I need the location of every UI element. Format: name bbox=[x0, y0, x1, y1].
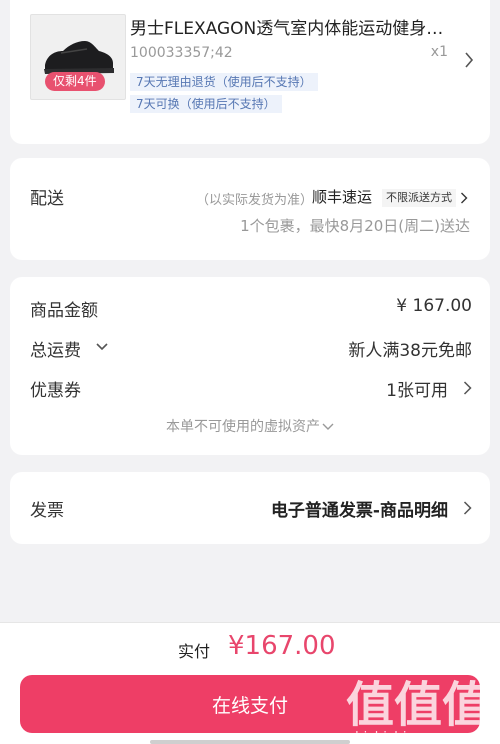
delivery-method-badge[interactable]: 不限派送方式 bbox=[382, 189, 456, 207]
invoice-value[interactable]: 电子普通发票-商品明细 bbox=[271, 496, 448, 521]
shipping-row[interactable]: 总运费 新人满38元免邮 bbox=[30, 336, 472, 361]
delivery-card[interactable]: 配送 （以实际发货为准） 顺丰速运 不限派送方式 1个包裹，最快8月20日(周二… bbox=[10, 158, 490, 260]
invoice-card[interactable]: 发票 电子普通发票-商品明细 bbox=[10, 472, 490, 544]
shipping-label: 总运费 bbox=[30, 341, 81, 361]
pay-label: 实付 bbox=[178, 642, 211, 661]
chevron-right-icon[interactable] bbox=[463, 381, 472, 395]
product-card[interactable]: 仅剩4件 男士FLEXAGON透气室内体能运动健身训练鞋 100033357;4… bbox=[10, 0, 490, 144]
chevron-right-icon[interactable] bbox=[460, 192, 468, 204]
virtual-assets-toggle[interactable]: 本单不可使用的虚拟资产 bbox=[10, 416, 490, 436]
product-title[interactable]: 男士FLEXAGON透气室内体能运动健身训练鞋 bbox=[130, 14, 460, 39]
checkout-footer: 实付 ¥167.00 在线支付 值 值 值 zhizhizhi.com bbox=[0, 622, 500, 744]
chevron-right-icon[interactable] bbox=[464, 52, 474, 68]
pay-total: ¥167.00 bbox=[228, 631, 336, 661]
invoice-label: 发票 bbox=[30, 501, 64, 521]
delivery-carrier[interactable]: 顺丰速运 bbox=[312, 186, 372, 207]
coupon-label: 优惠券 bbox=[30, 381, 81, 401]
chevron-down-icon[interactable] bbox=[96, 343, 108, 351]
coupon-value[interactable]: 1张可用 bbox=[386, 376, 448, 401]
watermark-glyph: 值 bbox=[442, 677, 491, 733]
coupon-row[interactable]: 优惠券 1张可用 bbox=[30, 376, 472, 401]
goods-amount-value: ¥ 167.00 bbox=[396, 296, 472, 316]
service-tag-exchange: 7天可换（使用后不支持） bbox=[130, 95, 282, 113]
watermark-logo: 值 值 值 zhizhizhi.com bbox=[346, 680, 496, 744]
shipping-value: 新人满38元免邮 bbox=[348, 341, 472, 361]
stock-tag: 仅剩4件 bbox=[45, 72, 105, 91]
goods-amount-row: 商品金额 ¥ 167.00 bbox=[30, 296, 472, 321]
service-tag-return: 7天无理由退货（使用后不支持） bbox=[130, 73, 318, 91]
watermark-glyph: 值 bbox=[346, 677, 395, 733]
product-sku: 100033357;42 bbox=[130, 45, 233, 61]
goods-amount-label: 商品金额 bbox=[30, 301, 98, 321]
product-image[interactable]: 仅剩4件 bbox=[30, 14, 126, 100]
product-quantity: x1 bbox=[430, 44, 448, 60]
home-indicator bbox=[150, 740, 350, 744]
watermark-text: zhizhizhi.com bbox=[348, 730, 440, 744]
delivery-label: 配送 bbox=[30, 189, 64, 209]
chevron-right-icon[interactable] bbox=[463, 501, 472, 515]
delivery-note: （以实际发货为准） bbox=[196, 193, 314, 208]
watermark-glyph: 值 bbox=[394, 677, 443, 733]
amount-card: 商品金额 ¥ 167.00 总运费 新人满38元免邮 优惠券 1张可用 本单不可… bbox=[10, 277, 490, 455]
delivery-eta: 1个包裹，最快8月20日(周二)送达 bbox=[240, 217, 470, 235]
virtual-assets-label: 本单不可使用的虚拟资产 bbox=[166, 419, 320, 435]
shoe-image bbox=[44, 41, 114, 74]
chevron-down-icon bbox=[322, 423, 334, 430]
